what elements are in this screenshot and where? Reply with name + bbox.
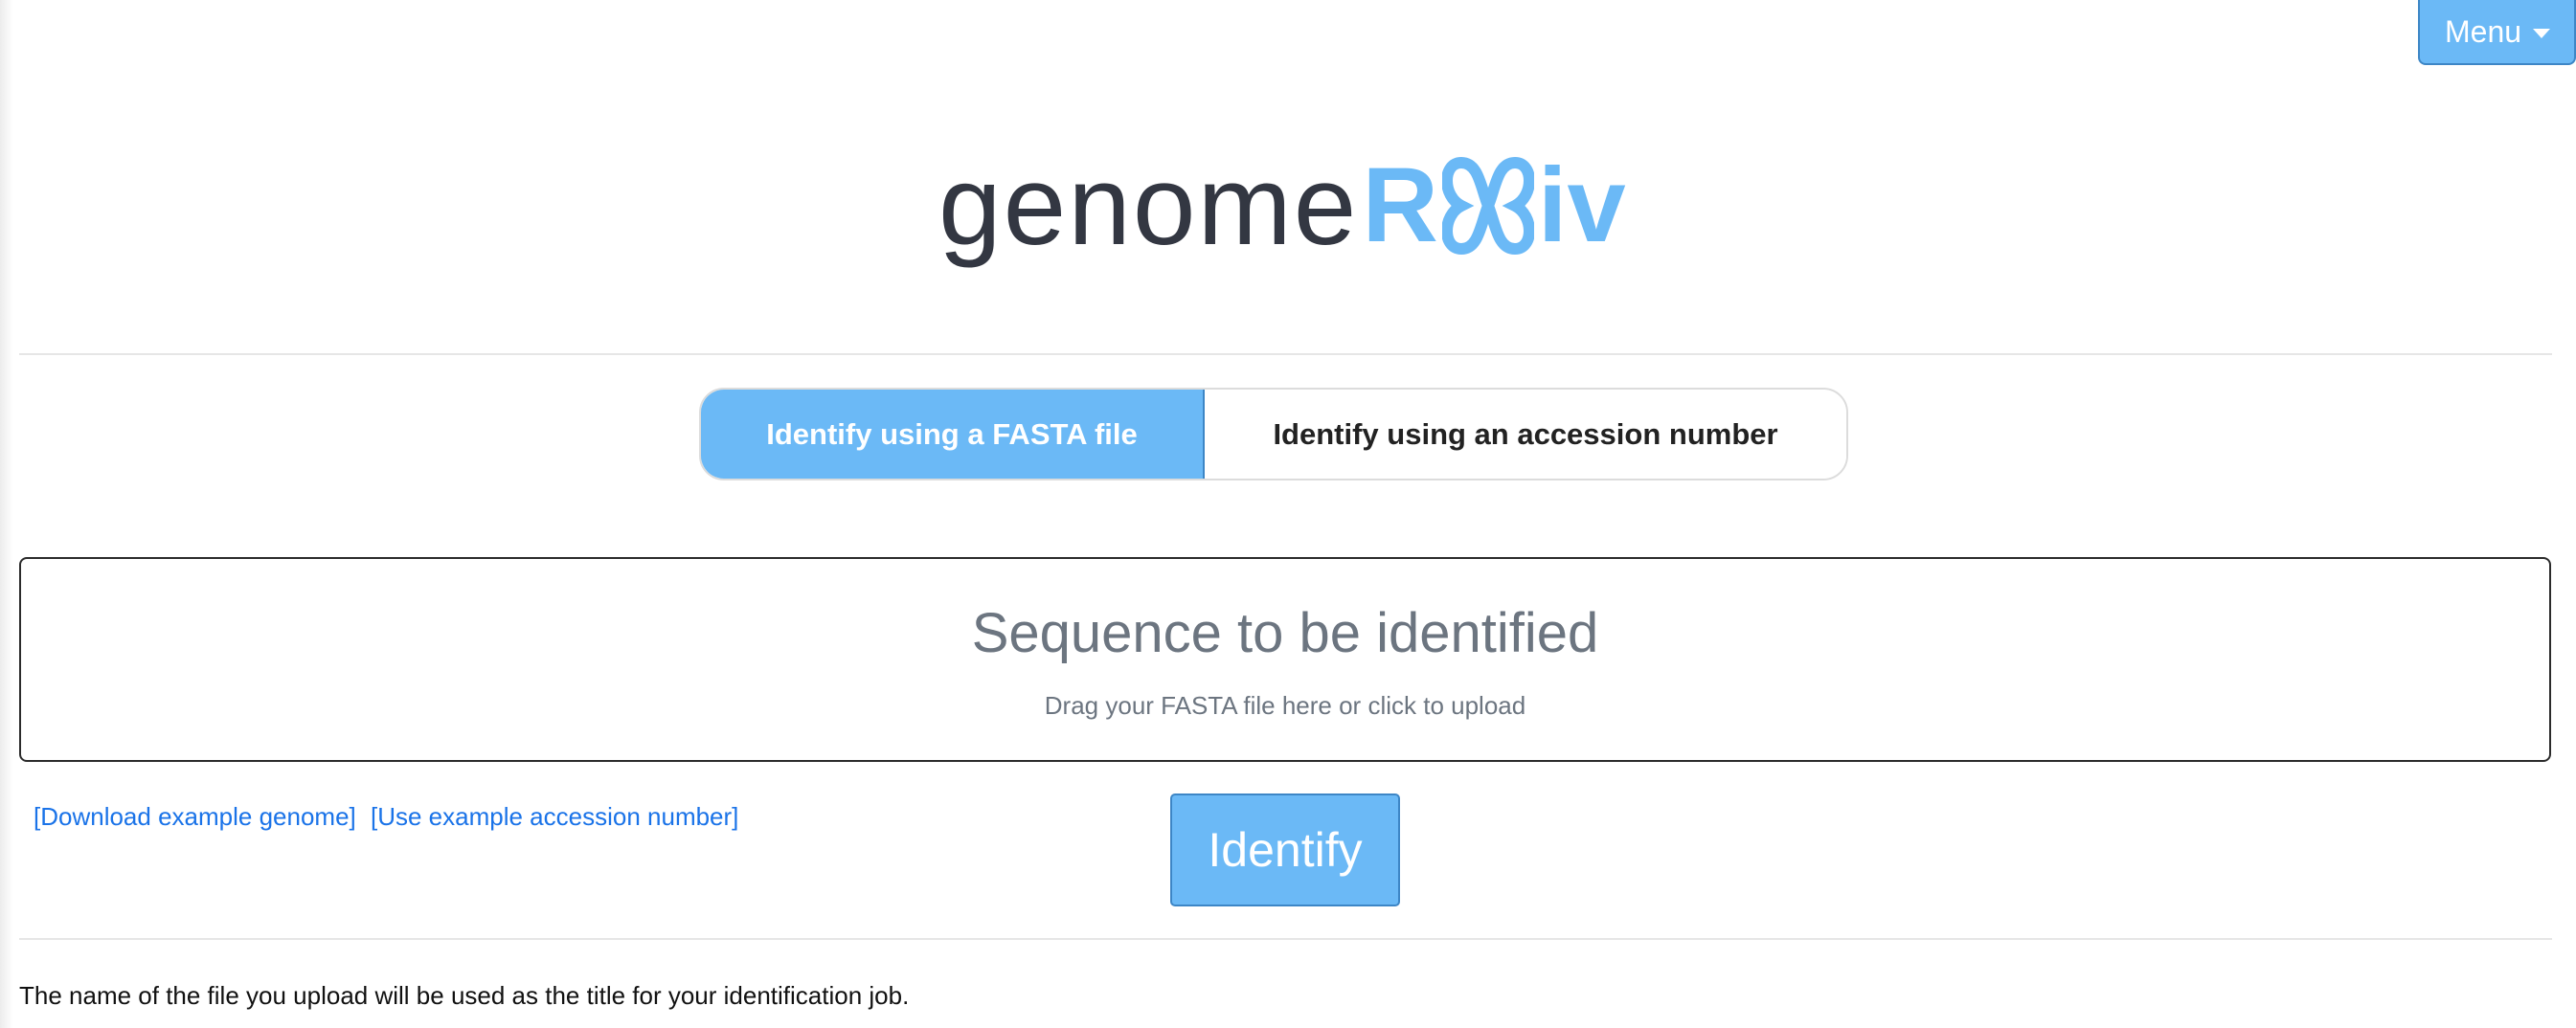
fasta-upload-dropzone[interactable]: Sequence to be identified Drag your FAST… bbox=[19, 557, 2551, 762]
tab-accession-number[interactable]: Identify using an accession number bbox=[1205, 390, 1846, 479]
logo-text-iv: iv bbox=[1537, 146, 1626, 264]
use-example-accession-link[interactable]: [Use example accession number] bbox=[371, 802, 738, 831]
dropzone-instructions: Drag your FASTA file here or click to up… bbox=[1044, 691, 1526, 720]
identify-button[interactable]: Identify bbox=[1170, 793, 1400, 906]
example-links: [Download example genome] [Use example a… bbox=[34, 802, 746, 832]
page-edge-shadow bbox=[0, 0, 13, 1028]
menu-label: Menu bbox=[2445, 13, 2522, 49]
chromosome-icon bbox=[1441, 156, 1534, 256]
logo-text-genome: genome bbox=[938, 143, 1359, 269]
dropzone-title: Sequence to be identified bbox=[971, 602, 1599, 664]
logo-text-r: R bbox=[1362, 146, 1438, 264]
divider bbox=[19, 353, 2552, 355]
menu-button[interactable]: Menu bbox=[2418, 0, 2576, 65]
download-example-genome-link[interactable]: [Download example genome] bbox=[34, 802, 356, 831]
tab-fasta-file[interactable]: Identify using a FASTA file bbox=[701, 390, 1205, 479]
genomeriv-logo: genome R iv bbox=[938, 134, 1626, 278]
upload-title-note: The name of the file you upload will be … bbox=[19, 981, 910, 1010]
divider bbox=[19, 938, 2552, 940]
identify-mode-tabs: Identify using a FASTA file Identify usi… bbox=[699, 388, 1848, 480]
caret-down-icon bbox=[2533, 29, 2551, 38]
